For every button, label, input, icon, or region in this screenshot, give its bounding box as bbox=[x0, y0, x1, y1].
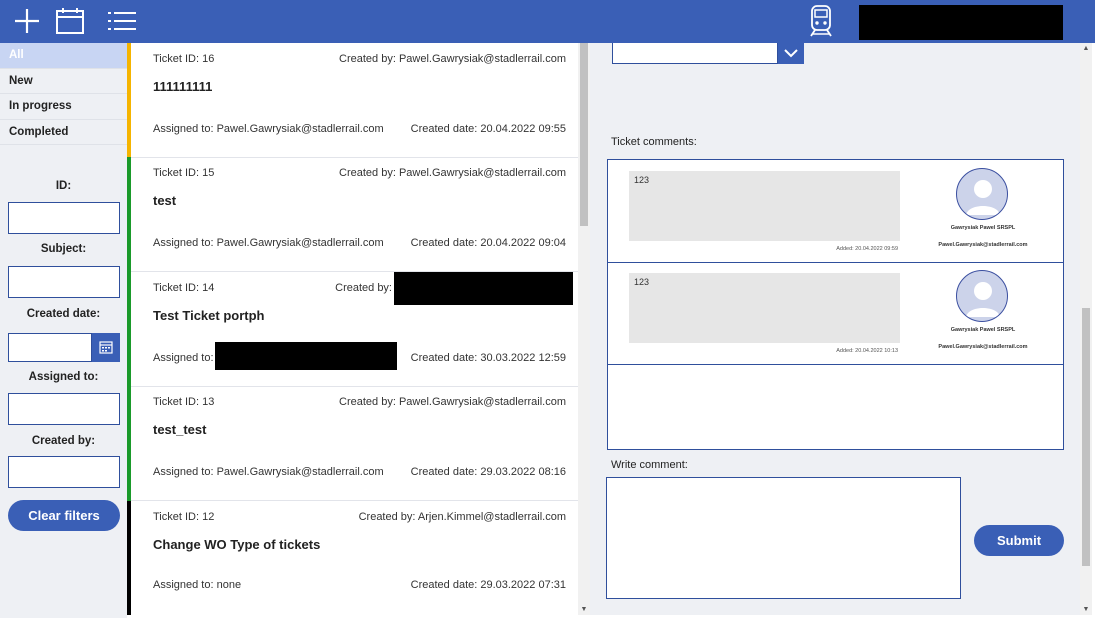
created-date-filter-input[interactable] bbox=[8, 333, 92, 362]
person-icon bbox=[966, 180, 1000, 215]
subject-filter-input[interactable] bbox=[8, 266, 120, 298]
comment-author-email: Pawel.Gawrysiak@stadlerrail.com bbox=[938, 344, 1028, 350]
comment-added-date: Added: 20.04.2022 10:13 bbox=[836, 348, 898, 354]
list-icon bbox=[108, 12, 136, 30]
comment-added-date: Added: 20.04.2022 09:59 bbox=[836, 246, 898, 252]
scroll-up-arrow-icon[interactable]: ▲ bbox=[1080, 45, 1092, 52]
status-bar bbox=[127, 501, 131, 615]
id-filter-label: ID: bbox=[55, 180, 72, 192]
ticket-created-by: Created by: Pawel.Gawrysiak@stadlerrail.… bbox=[339, 53, 566, 65]
person-icon bbox=[966, 282, 1000, 317]
status-bar bbox=[127, 386, 131, 501]
ticket-assigned-to: Assigned to: none bbox=[153, 579, 242, 591]
comment-text: 123 bbox=[629, 273, 900, 343]
ticket-created-by: Created by: Pawel.Gawrysiak@stadlerrail.… bbox=[339, 167, 566, 179]
ticket-created-date: Created date: 30.03.2022 12:59 bbox=[410, 352, 566, 364]
ticket-subject: Test Ticket portph bbox=[153, 308, 265, 323]
ticket-row[interactable]: Ticket ID: 14 Created by: Test Ticket po… bbox=[127, 272, 578, 387]
ticket-assigned-to: Assigned to: Pawel.Gawrysiak@stadlerrail… bbox=[153, 123, 384, 135]
status-tab-completed[interactable]: Completed bbox=[0, 120, 127, 145]
ticket-row[interactable]: Ticket ID: 13 Created by: Pawel.Gawrysia… bbox=[127, 386, 578, 501]
ticket-assigned-to: Assigned to: Pawel.Gawrysiak@stadlerrail… bbox=[153, 466, 384, 478]
calendar-icon bbox=[56, 8, 84, 34]
ticket-created-date: Created date: 20.04.2022 09:04 bbox=[410, 237, 566, 249]
id-filter-input[interactable] bbox=[8, 202, 120, 234]
comments-list: 123 Added: 20.04.2022 09:59 Gawrysiak Pa… bbox=[607, 159, 1064, 450]
redacted-assignee bbox=[215, 342, 397, 370]
comment-author-name: Gawrysiak Pawel SRSPL bbox=[950, 225, 1016, 231]
created-date-filter-label: Created date: bbox=[26, 308, 101, 320]
train-icon bbox=[810, 5, 832, 37]
ticket-row[interactable]: Ticket ID: 16 Created by: Pawel.Gawrysia… bbox=[127, 43, 578, 158]
ticket-assigned-to: Assigned to: bbox=[153, 352, 214, 364]
scroll-down-arrow-icon[interactable]: ▼ bbox=[578, 606, 590, 613]
clear-filters-button[interactable]: Clear filters bbox=[8, 500, 120, 531]
avatar bbox=[956, 168, 1008, 220]
created-by-filter-label: Created by: bbox=[31, 435, 96, 447]
comment-text: 123 bbox=[629, 171, 900, 241]
comment-item: 123 Added: 20.04.2022 09:59 Gawrysiak Pa… bbox=[608, 160, 1063, 263]
ticket-created-by: Created by: Arjen.Kimmel@stadlerrail.com bbox=[358, 511, 566, 523]
assigned-to-filter-label: Assigned to: bbox=[28, 371, 99, 383]
calendar-icon bbox=[99, 341, 113, 354]
ticket-comments-label: Ticket comments: bbox=[611, 136, 697, 148]
status-tab-new[interactable]: New bbox=[0, 69, 127, 94]
date-picker-button[interactable] bbox=[92, 333, 120, 362]
ticket-created-date: Created date: 29.03.2022 08:16 bbox=[410, 466, 566, 478]
comment-author-name: Gawrysiak Pawel SRSPL bbox=[950, 327, 1016, 333]
ticket-id: Ticket ID: 14 bbox=[153, 282, 215, 294]
scrollbar-thumb[interactable] bbox=[1082, 308, 1090, 566]
ticket-subject: 111111111 bbox=[153, 79, 213, 94]
ticket-id: Ticket ID: 15 bbox=[153, 167, 215, 179]
status-dropdown[interactable] bbox=[612, 43, 778, 64]
ticket-id: Ticket ID: 16 bbox=[153, 53, 215, 65]
ticket-created-by: Created by: Pawel.Gawrysiak@stadlerrail.… bbox=[339, 396, 566, 408]
detail-scrollbar[interactable]: ▲ ▼ bbox=[1080, 43, 1092, 615]
ticket-created-date: Created date: 20.04.2022 09:55 bbox=[410, 123, 566, 135]
submit-button[interactable]: Submit bbox=[974, 525, 1064, 556]
ticket-id: Ticket ID: 13 bbox=[153, 396, 215, 408]
plus-icon bbox=[15, 9, 39, 33]
ticket-subject: test bbox=[153, 193, 177, 208]
ticket-created-date: Created date: 29.03.2022 07:31 bbox=[410, 579, 566, 591]
ticket-detail-panel: Ticket comments: 123 Added: 20.04.2022 0… bbox=[590, 43, 1080, 615]
filter-panel: All New In progress Completed ID: Subjec… bbox=[0, 43, 127, 618]
ticket-subject: Change WO Type of tickets bbox=[153, 537, 321, 552]
created-by-filter-input[interactable] bbox=[8, 456, 120, 488]
chevron-down-icon bbox=[784, 49, 798, 58]
status-bar bbox=[127, 272, 131, 387]
write-comment-label: Write comment: bbox=[611, 459, 688, 471]
top-bar bbox=[0, 0, 1095, 43]
status-bar bbox=[127, 43, 131, 158]
ticket-list: Ticket ID: 16 Created by: Pawel.Gawrysia… bbox=[127, 43, 578, 615]
dropdown-toggle-button[interactable] bbox=[778, 43, 804, 64]
comment-author-email: Pawel.Gawrysiak@stadlerrail.com bbox=[938, 242, 1028, 248]
comment-item: 123 Added: 20.04.2022 10:13 Gawrysiak Pa… bbox=[608, 262, 1063, 365]
comment-input[interactable] bbox=[606, 477, 961, 599]
add-ticket-button[interactable] bbox=[12, 6, 42, 36]
ticket-id: Ticket ID: 12 bbox=[153, 511, 215, 523]
avatar bbox=[956, 270, 1008, 322]
calendar-button[interactable] bbox=[55, 6, 85, 36]
status-bar bbox=[127, 157, 131, 272]
assigned-to-filter-input[interactable] bbox=[8, 393, 120, 425]
status-tab-in-progress[interactable]: In progress bbox=[0, 94, 127, 120]
ticket-row[interactable]: Ticket ID: 12 Created by: Arjen.Kimmel@s… bbox=[127, 501, 578, 615]
redacted-user-area bbox=[859, 5, 1063, 40]
status-tab-all[interactable]: All bbox=[0, 43, 127, 69]
ticket-assigned-to: Assigned to: Pawel.Gawrysiak@stadlerrail… bbox=[153, 237, 384, 249]
ticket-row[interactable]: Ticket ID: 15 Created by: Pawel.Gawrysia… bbox=[127, 157, 578, 272]
ticket-list-scrollbar[interactable]: ▼ bbox=[578, 43, 590, 615]
app-window: All New In progress Completed ID: Subjec… bbox=[0, 0, 1095, 618]
subject-filter-label: Subject: bbox=[40, 243, 87, 255]
scrollbar-thumb[interactable] bbox=[580, 43, 588, 226]
redacted-creator bbox=[394, 272, 573, 305]
ticket-created-by: Created by: bbox=[335, 282, 392, 294]
list-view-button[interactable] bbox=[107, 6, 137, 36]
scroll-down-arrow-icon[interactable]: ▼ bbox=[1080, 606, 1092, 613]
ticket-subject: test_test bbox=[153, 422, 207, 437]
